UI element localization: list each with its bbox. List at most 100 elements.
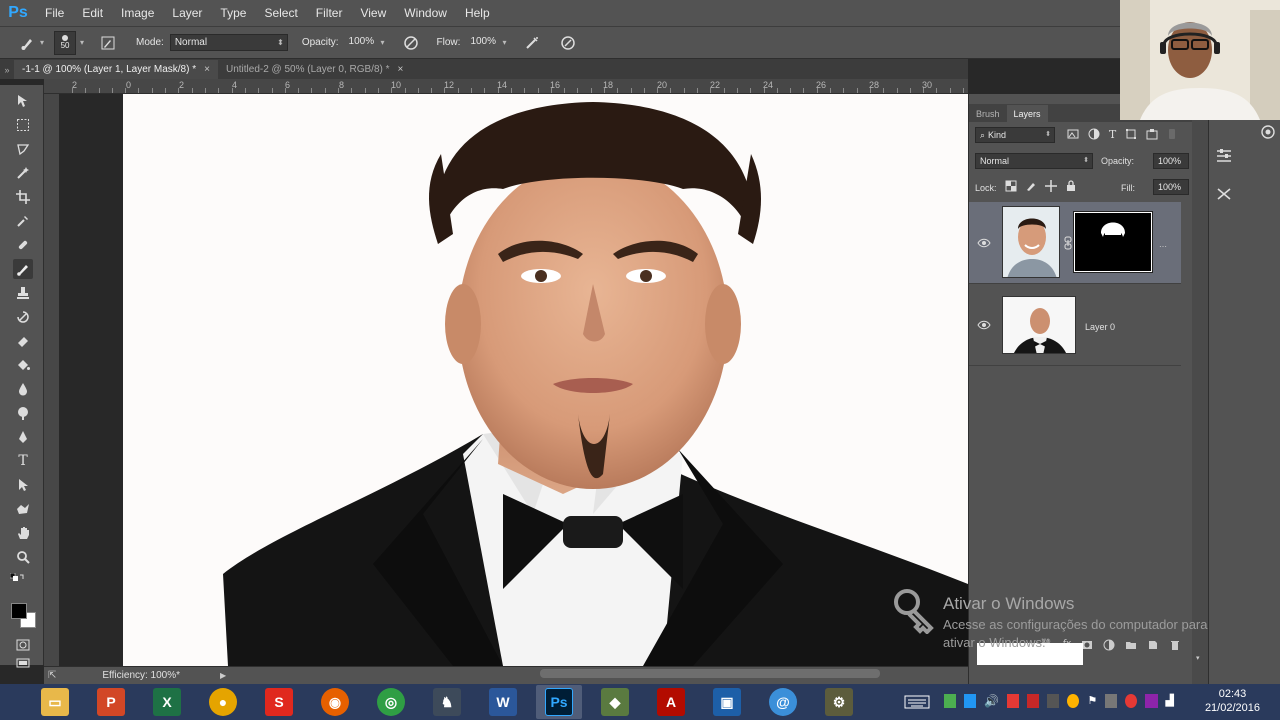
mode-select[interactable]: Normal ⬍ bbox=[169, 34, 288, 51]
taskbar-app-blue-window[interactable]: ▣ bbox=[704, 685, 750, 719]
document-canvas[interactable] bbox=[123, 94, 968, 666]
pen-tool-icon[interactable] bbox=[13, 427, 33, 447]
tray-icon[interactable] bbox=[1105, 694, 1118, 708]
quick-mask-icon[interactable] bbox=[13, 635, 33, 655]
menu-edit[interactable]: Edit bbox=[73, 6, 112, 20]
tab-document-1[interactable]: -1-1 @ 100% (Layer 1, Layer Mask/8) * × bbox=[14, 60, 218, 79]
chevron-down-icon[interactable]: ▾ bbox=[80, 38, 84, 47]
lasso-tool-icon[interactable] bbox=[13, 139, 33, 159]
blur-tool-icon[interactable] bbox=[13, 379, 33, 399]
menu-type[interactable]: Type bbox=[211, 6, 255, 20]
chevron-down-icon[interactable]: ▾ bbox=[502, 38, 506, 47]
volume-icon[interactable]: 🔊 bbox=[984, 694, 999, 710]
lock-transparent-icon[interactable] bbox=[1005, 180, 1017, 194]
healing-brush-tool-icon[interactable] bbox=[13, 235, 33, 255]
taskbar-acrobat[interactable]: A bbox=[648, 685, 694, 719]
tab-document-2[interactable]: Untitled-2 @ 50% (Layer 0, RGB/8) * × bbox=[218, 60, 411, 79]
panel-swatches-icon[interactable] bbox=[1259, 124, 1277, 140]
taskbar-chrome[interactable]: ◎ bbox=[368, 685, 414, 719]
default-colors-icon[interactable] bbox=[9, 571, 24, 581]
layer-row-layer-0[interactable]: Layer 0 bbox=[969, 286, 1181, 366]
menu-view[interactable]: View bbox=[351, 6, 395, 20]
status-menu-icon[interactable]: ⇱ bbox=[48, 670, 56, 681]
taskbar-photoshop[interactable]: Ps bbox=[536, 685, 582, 719]
brush-size-picker[interactable]: 50 bbox=[54, 30, 77, 55]
menu-window[interactable]: Window bbox=[395, 6, 456, 20]
layer-fill-input[interactable]: 100% bbox=[1153, 179, 1189, 195]
shape-filter-icon[interactable] bbox=[1125, 128, 1137, 142]
hand-tool-icon[interactable] bbox=[13, 523, 33, 543]
path-selection-tool-icon[interactable] bbox=[13, 475, 33, 495]
mask-link-icon[interactable] bbox=[1063, 236, 1073, 250]
pressure-size-icon[interactable] bbox=[558, 33, 578, 53]
taskbar-firefox[interactable]: ◉ bbox=[312, 685, 358, 719]
airbrush-icon[interactable] bbox=[522, 33, 542, 53]
taskbar-excel[interactable]: X bbox=[144, 685, 190, 719]
chevron-down-icon[interactable]: ▾ bbox=[381, 38, 385, 47]
tab-brush[interactable]: Brush bbox=[969, 105, 1007, 122]
paint-bucket-tool-icon[interactable] bbox=[13, 355, 33, 375]
panel-tools-icon[interactable] bbox=[1215, 186, 1233, 202]
lock-pixels-icon[interactable] bbox=[1025, 180, 1037, 194]
menu-filter[interactable]: Filter bbox=[307, 6, 352, 20]
taskbar-file-explorer[interactable]: ▭ bbox=[32, 685, 78, 719]
taskbar-app-gear[interactable]: ⚙ bbox=[816, 685, 862, 719]
opacity-input[interactable]: 100% bbox=[345, 34, 375, 51]
move-tool-icon[interactable] bbox=[13, 91, 33, 111]
brush-tool-preset-icon[interactable] bbox=[18, 33, 38, 53]
tray-icon[interactable] bbox=[1145, 694, 1158, 708]
layer-row-layer-1[interactable]: … bbox=[969, 202, 1181, 284]
taskbar-media-player[interactable]: ● bbox=[200, 685, 246, 719]
crop-tool-icon[interactable] bbox=[13, 187, 33, 207]
layer-filter-select[interactable]: ⌕ Kind ⬍ bbox=[975, 127, 1055, 143]
canvas-area[interactable] bbox=[59, 94, 968, 666]
foreground-color-swatch[interactable] bbox=[11, 603, 27, 619]
type-tool-icon[interactable]: T bbox=[13, 451, 33, 471]
taskbar-app-swirl[interactable]: @ bbox=[760, 685, 806, 719]
flow-input[interactable]: 100% bbox=[466, 34, 496, 51]
status-arrow-icon[interactable]: ▶ bbox=[220, 671, 226, 680]
menu-help[interactable]: Help bbox=[456, 6, 499, 20]
blend-mode-select[interactable]: Normal ⬍ bbox=[975, 153, 1093, 169]
brush-tool-icon[interactable] bbox=[13, 259, 33, 279]
eyedropper-tool-icon[interactable] bbox=[13, 211, 33, 231]
menu-layer[interactable]: Layer bbox=[163, 6, 211, 20]
menu-image[interactable]: Image bbox=[112, 6, 163, 20]
filter-toggle-icon[interactable] bbox=[1167, 128, 1177, 142]
chevron-down-icon[interactable]: ▾ bbox=[40, 38, 44, 47]
tray-icon[interactable] bbox=[1007, 694, 1020, 708]
lock-position-icon[interactable] bbox=[1045, 180, 1057, 194]
tray-icon[interactable] bbox=[1067, 694, 1080, 708]
close-icon[interactable]: × bbox=[398, 64, 404, 75]
custom-shape-tool-icon[interactable] bbox=[13, 499, 33, 519]
lock-all-icon[interactable] bbox=[1065, 180, 1077, 194]
zoom-tool-icon[interactable] bbox=[13, 547, 33, 567]
tray-icon[interactable] bbox=[1047, 694, 1060, 708]
taskbar-game[interactable]: ♞ bbox=[424, 685, 470, 719]
close-icon[interactable]: × bbox=[204, 64, 210, 75]
screen-mode-icon[interactable] bbox=[13, 657, 33, 669]
panel-properties-icon[interactable] bbox=[1215, 148, 1233, 164]
layer-options-icon[interactable]: … bbox=[1159, 240, 1167, 249]
keyboard-icon[interactable] bbox=[904, 694, 934, 710]
horizontal-scrollbar[interactable] bbox=[540, 669, 880, 678]
eye-icon[interactable] bbox=[977, 238, 991, 248]
taskbar-app-red-s[interactable]: S bbox=[256, 685, 302, 719]
layer-mask-thumbnail[interactable] bbox=[1073, 211, 1153, 273]
adjustment-filter-icon[interactable] bbox=[1088, 128, 1100, 142]
tray-icon[interactable] bbox=[1027, 694, 1040, 708]
tray-icon[interactable] bbox=[944, 694, 957, 708]
flag-icon[interactable]: ⚑ bbox=[1087, 694, 1097, 710]
brush-panel-toggle-icon[interactable] bbox=[98, 33, 118, 53]
magic-wand-tool-icon[interactable] bbox=[13, 163, 33, 183]
menu-file[interactable]: File bbox=[36, 6, 73, 20]
marquee-tool-icon[interactable] bbox=[13, 115, 33, 135]
eraser-tool-icon[interactable] bbox=[13, 331, 33, 351]
tab-layers[interactable]: Layers bbox=[1006, 105, 1048, 122]
network-icon[interactable]: ▟ bbox=[1166, 694, 1174, 710]
smart-object-filter-icon[interactable] bbox=[1146, 128, 1158, 142]
type-filter-icon[interactable]: T bbox=[1109, 128, 1116, 142]
tab-overflow-icon[interactable]: » bbox=[0, 65, 14, 75]
menu-select[interactable]: Select bbox=[255, 6, 306, 20]
taskbar-powerpoint[interactable]: P bbox=[88, 685, 134, 719]
